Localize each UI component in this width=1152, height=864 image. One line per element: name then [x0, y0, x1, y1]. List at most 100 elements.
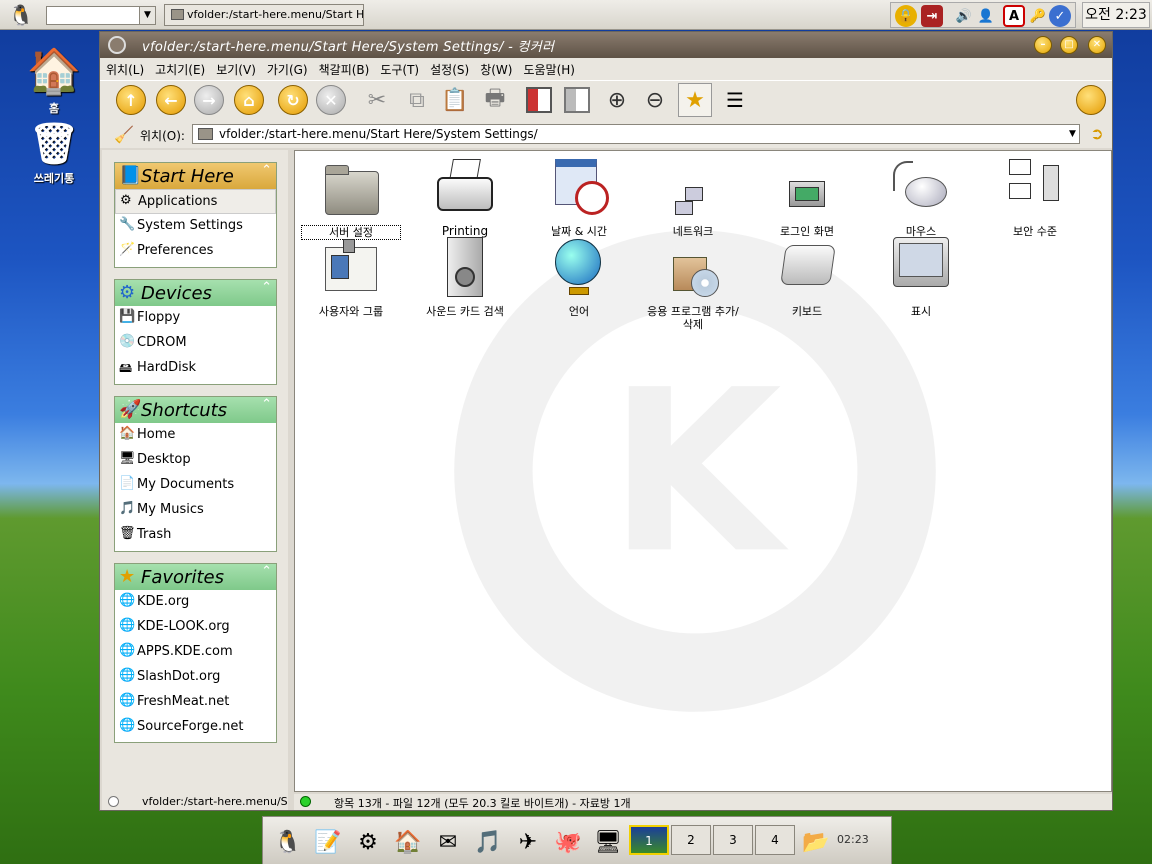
sidebar-item-apps-kde[interactable]: 🌐 APPS.KDE.com [115, 640, 276, 665]
desktop-pager-2[interactable]: 2 [671, 825, 711, 855]
split-view-button[interactable] [522, 83, 556, 117]
file-item-users-groups[interactable]: 사용자와 그룹 [301, 237, 401, 318]
location-dropdown-icon[interactable]: ▼ [1066, 125, 1079, 143]
maximize-button[interactable]: □ [1060, 36, 1078, 54]
sidebar-item-home[interactable]: 🏠 Home [115, 423, 276, 448]
reload-button[interactable]: ↻ [276, 83, 310, 117]
desktop-pager-1[interactable]: 1 [629, 825, 669, 855]
taskbar-button[interactable]: vfolder:/start-here.menu/Start He [164, 4, 364, 26]
file-item-security-level[interactable]: 보안 수준 [985, 157, 1085, 238]
detail-view-button[interactable]: ☰ [718, 83, 752, 117]
sidebar-item-floppy[interactable]: 💾 Floppy [115, 306, 276, 331]
file-item-display[interactable]: 표시 [871, 237, 971, 318]
kmenu-penguin-icon[interactable]: 🐧 [273, 827, 303, 857]
run-command-combo[interactable]: ▼ [46, 6, 156, 25]
menu-tools[interactable]: 도구(T) [374, 58, 424, 78]
file-item-keyboard[interactable]: 키보드 [757, 237, 857, 318]
title-bar[interactable]: vfolder:/start-here.menu/Start Here/Syst… [100, 32, 1112, 58]
file-item-date-time[interactable]: 날짜 & 시간 [529, 157, 629, 238]
file-item-printing[interactable]: Printing [415, 157, 515, 238]
bottom-clock[interactable]: 02:23 [837, 833, 869, 846]
news-icon[interactable]: ✈ [513, 827, 543, 857]
messenger-icon[interactable]: 🐙 [553, 827, 583, 857]
desktop-pager-3[interactable]: 3 [713, 825, 753, 855]
file-item-server-settings[interactable]: 서버 설정 [301, 157, 401, 240]
sidebar-item-kde-look[interactable]: 🌐 KDE-LOOK.org [115, 615, 276, 640]
menu-edit[interactable]: 고치기(E) [149, 58, 210, 78]
desktop-icon-trash[interactable]: 🗑 쓰레기통 [14, 118, 94, 186]
icon-view-button[interactable]: ★ [678, 83, 712, 117]
cut-button[interactable]: ✂ [360, 83, 394, 117]
minimize-button[interactable]: – [1034, 36, 1052, 54]
user-icon[interactable]: 👤 [975, 5, 997, 27]
sidebar-item-applications[interactable]: ⚙ Applications [115, 189, 276, 214]
home-button[interactable]: ⌂ [232, 83, 266, 117]
lock-icon[interactable]: 🔒 [895, 5, 917, 27]
clock[interactable]: 오전 2:23 [1082, 2, 1150, 28]
menu-bookmarks[interactable]: 책갈피(B) [313, 58, 375, 78]
mail-icon[interactable]: ✉ [433, 827, 463, 857]
icon-view[interactable]: K 서버 설정 Printing 날짜 & 시간 네트워크 로그인 화면 마우스 [294, 150, 1112, 792]
close-button[interactable]: ✕ [1088, 36, 1106, 54]
menu-help[interactable]: 도움말(H) [517, 58, 580, 78]
check-icon[interactable]: ✓ [1049, 5, 1071, 27]
kmix-icon[interactable]: 🎵 [473, 827, 503, 857]
sidebar-item-harddisk[interactable]: 🖴 HardDisk [115, 356, 276, 381]
logout-icon[interactable]: ⇥ [921, 5, 943, 27]
kmenu-penguin-icon[interactable]: 🐧 [4, 2, 38, 28]
home-folder-icon[interactable]: 🏠 [393, 827, 423, 857]
folder-taskbar-icon[interactable]: 📂 [801, 827, 831, 857]
collapse-icon[interactable]: ⌃ [261, 397, 272, 412]
menu-location[interactable]: 위치(L) [100, 58, 149, 78]
sidebar-item-preferences[interactable]: 🪄 Preferences [115, 239, 276, 264]
combo-arrow-icon[interactable]: ▼ [139, 7, 155, 24]
panel-header[interactable]: 📘 Start Here ⌃ [115, 163, 276, 189]
menu-go[interactable]: 가기(G) [261, 58, 313, 78]
clear-location-icon[interactable]: 🧹 [114, 125, 134, 144]
go-button[interactable]: ➲ [1086, 124, 1108, 144]
up-button[interactable]: ↑ [114, 83, 148, 117]
sidebar-item-desktop[interactable]: 🖥 Desktop [115, 448, 276, 473]
print-button[interactable]: 🖶 [478, 83, 512, 117]
back-button[interactable]: ← [154, 83, 188, 117]
window-menu-icon[interactable] [108, 36, 126, 54]
panel-header[interactable]: 🚀 Shortcuts ⌃ [115, 397, 276, 423]
file-item-language[interactable]: 언어 [529, 237, 629, 318]
panel-view-button[interactable] [560, 83, 594, 117]
sidebar-item-my-documents[interactable]: 📄 My Documents [115, 473, 276, 498]
stop-button[interactable]: ✕ [314, 83, 348, 117]
keys-icon[interactable]: 🔑 [1027, 5, 1049, 27]
sidebar-item-freshmeat[interactable]: 🌐 FreshMeat.net [115, 690, 276, 715]
copy-button[interactable]: ⧉ [400, 83, 434, 117]
editor-icon[interactable]: 📝 [313, 827, 343, 857]
file-item-add-remove-programs[interactable]: 응용 프로그램 추가/삭제 [643, 237, 743, 331]
forward-button[interactable]: → [192, 83, 226, 117]
panel-header[interactable]: ⚙ Devices ⌃ [115, 280, 276, 306]
volume-icon[interactable]: 🔊 [953, 5, 975, 27]
sidebar-item-slashdot[interactable]: 🌐 SlashDot.org [115, 665, 276, 690]
desktop-pager-4[interactable]: 4 [755, 825, 795, 855]
terminal-icon[interactable]: 🖥 [593, 827, 623, 857]
input-method-icon[interactable]: A [1003, 5, 1025, 27]
file-item-sound-card[interactable]: 사운드 카드 검색 [415, 237, 515, 318]
paste-button[interactable]: 📋 [438, 83, 472, 117]
collapse-icon[interactable]: ⌃ [261, 564, 272, 579]
panel-header[interactable]: ★ Favorites ⌃ [115, 564, 276, 590]
collapse-icon[interactable]: ⌃ [261, 280, 272, 295]
file-item-login-screen[interactable]: 로그인 화면 [757, 157, 857, 238]
sidebar-item-my-musics[interactable]: 🎵 My Musics [115, 498, 276, 523]
zoom-out-button[interactable]: ⊖ [638, 83, 672, 117]
sidebar-item-trash[interactable]: 🗑 Trash [115, 523, 276, 548]
location-input[interactable]: vfolder:/start-here.menu/Start Here/Syst… [192, 124, 1080, 144]
zoom-in-button[interactable]: ⊕ [600, 83, 634, 117]
sidebar-item-kde-org[interactable]: 🌐 KDE.org [115, 590, 276, 615]
sidebar-item-sourceforge[interactable]: 🌐 SourceForge.net [115, 715, 276, 740]
menu-view[interactable]: 보기(V) [210, 58, 261, 78]
menu-settings[interactable]: 설정(S) [424, 58, 474, 78]
sidebar-item-system-settings[interactable]: 🔧 System Settings [115, 214, 276, 239]
file-item-network[interactable]: 네트워크 [643, 157, 743, 238]
collapse-icon[interactable]: ⌃ [261, 163, 272, 178]
file-item-mouse[interactable]: 마우스 [871, 157, 971, 238]
desktop-icon-home[interactable]: 🏠 홈 [14, 44, 94, 116]
sidebar-item-cdrom[interactable]: 💿 CDROM [115, 331, 276, 356]
